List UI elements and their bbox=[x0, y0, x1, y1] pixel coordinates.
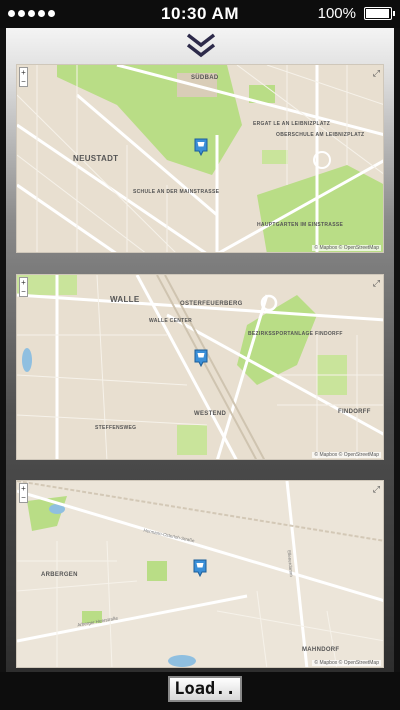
zoom-control[interactable]: + − bbox=[19, 277, 28, 297]
map-attribution[interactable]: © Mapbox © OpenStreetMap bbox=[312, 452, 381, 458]
district-label: WESTEND bbox=[194, 411, 227, 417]
fullscreen-icon[interactable]: ⤢ bbox=[373, 278, 380, 289]
map-attribution[interactable]: © Mapbox © OpenStreetMap bbox=[312, 245, 381, 251]
area-label: SÜDBAD bbox=[191, 75, 219, 81]
map-list-screen: + − ⤢ NEUSTADT SÜDBAD SCHULE AN DER MAINS… bbox=[6, 28, 394, 672]
fullscreen-icon[interactable]: ⤢ bbox=[373, 68, 380, 79]
area-label: HAUPTGARTEN IM EINSTRASSE bbox=[257, 222, 344, 228]
district-label: ARBERGEN bbox=[41, 572, 78, 578]
map-card-neustadt[interactable]: + − ⤢ NEUSTADT SÜDBAD SCHULE AN DER MAINS… bbox=[16, 64, 384, 253]
area-label: ERGAT LE AN LEIBNIZPLATZ bbox=[253, 121, 331, 127]
area-label: WALLE CENTER bbox=[149, 318, 193, 324]
fullscreen-icon[interactable]: ⤢ bbox=[373, 484, 380, 495]
bottom-bar: Load.. bbox=[0, 672, 400, 710]
area-label: OBERSCHULE AM LEIBNIZPLATZ bbox=[276, 132, 365, 138]
map-attribution[interactable]: © Mapbox © OpenStreetMap bbox=[312, 660, 381, 666]
district-label: WALLE bbox=[110, 295, 140, 304]
area-label: SCHULE AN DER MAINSTRASSE bbox=[133, 189, 220, 195]
battery-percentage: 100% bbox=[317, 5, 356, 22]
load-more-button[interactable]: Load.. bbox=[168, 676, 242, 702]
district-label: FINDORFF bbox=[338, 409, 371, 415]
district-label: NEUSTADT bbox=[73, 154, 119, 163]
shop-marker-icon[interactable] bbox=[193, 559, 207, 577]
map-card-walle[interactable]: + − ⤢ WALLE WALLE CENTER OSTERFEUERBERG B… bbox=[16, 274, 384, 460]
area-label: BEZIRKSSPORTANLAGE FINDORFF bbox=[248, 331, 343, 337]
zoom-control[interactable]: + − bbox=[19, 67, 28, 87]
shop-marker-icon[interactable] bbox=[194, 138, 208, 156]
area-label: STEFFENSWEG bbox=[95, 425, 137, 431]
zoom-control[interactable]: + − bbox=[19, 483, 28, 503]
map-card-arbergen[interactable]: + − ⤢ ARBERGEN MAHNDORF Hermann-Osterloh-… bbox=[16, 480, 384, 668]
battery-icon bbox=[364, 7, 395, 20]
district-label: OSTERFEUERBERG bbox=[180, 301, 243, 307]
district-label: MAHNDORF bbox=[302, 647, 340, 653]
status-bar: 10:30 AM 100% bbox=[0, 0, 400, 28]
double-chevron-down-icon[interactable] bbox=[184, 32, 218, 60]
shop-marker-icon[interactable] bbox=[194, 349, 208, 367]
